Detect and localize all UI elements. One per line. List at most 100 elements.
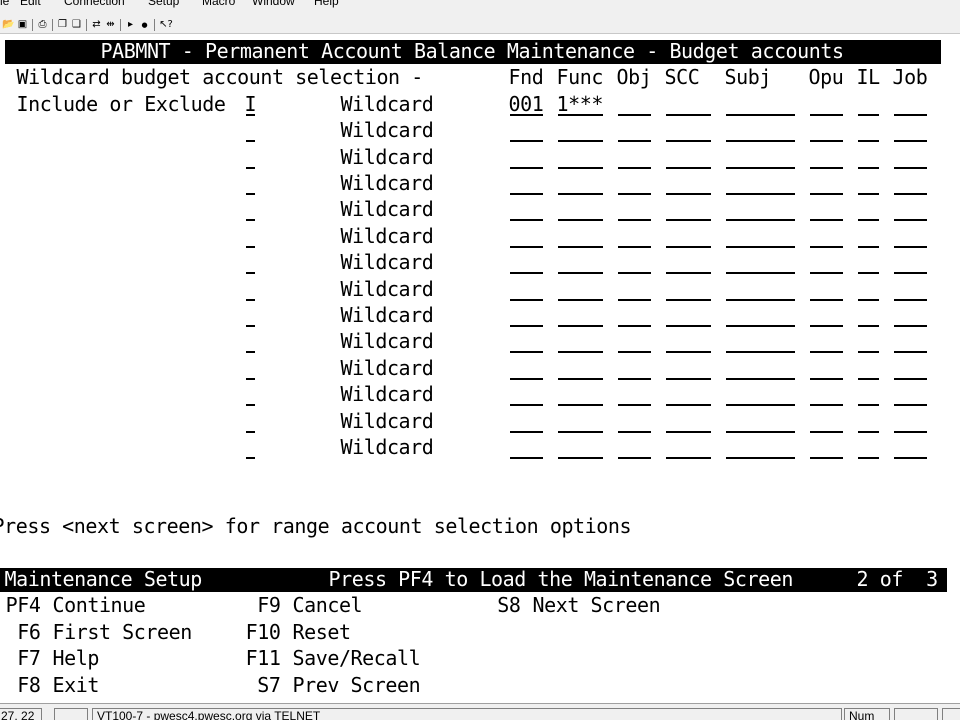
il-field-underline [857,193,879,195]
opu-field-underline [809,325,843,327]
scc-field-underline [665,113,711,116]
scc-field-underline [665,457,711,459]
scc-field-underline [665,298,711,301]
wildcard-label: Wildcard [340,91,434,116]
scc-field-underline [665,272,711,275]
function-key-label: Cancel [292,593,363,618]
obj-field-underline [617,298,651,301]
include-exclude-field-underline [245,219,255,222]
wildcard-label: Wildcard [340,276,434,301]
subj-field-underline [725,113,795,116]
disconnect-icon[interactable]: ⇹ [104,18,117,31]
save-icon[interactable]: ▣ [16,18,29,31]
paste-icon[interactable]: ❑ [70,18,83,31]
wildcard-label: Wildcard [340,118,434,143]
function-key-label: Prev Screen [292,672,421,697]
record-icon[interactable]: ● [138,18,151,31]
menu-edit[interactable]: Edit [20,0,41,8]
wildcard-label: Wildcard [340,329,434,354]
open-folder-icon[interactable]: 📂 [2,18,15,31]
wildcard-label: Wildcard [340,303,434,327]
il-field-underline [857,272,879,275]
opu-field-underline [809,430,843,433]
subj-field-underline [725,193,795,195]
function-key-pf4[interactable]: PF4 [5,592,41,618]
function-key-f8[interactable]: F8 [5,672,41,698]
fnd-field-underline [509,272,543,275]
terminal-screen[interactable]: PABMNT - Permanent Account Balance Maint… [0,35,960,703]
scc-field-underline [665,404,711,407]
page-title: PABMNT - Permanent Account Balance Maint… [100,39,845,63]
session-info: VT100-7 - pwesc4.pwesc.org via TELNET [92,708,842,720]
footer-screen-name: Maintenance Setup [4,567,203,591]
fnd-field-underline [509,298,543,301]
copy-icon[interactable]: ❐ [56,18,69,31]
menu-file[interactable]: File [0,0,9,8]
include-exclude-label: Include or Exclude [16,91,226,116]
play-icon[interactable]: ▸ [124,18,137,31]
include-exclude-field-underline [245,272,255,275]
include-exclude-field-underline [245,351,255,354]
scc-field-underline [665,351,711,354]
obj-field-underline [617,430,651,433]
context-help-icon[interactable]: ↖? [158,18,174,31]
function-key-f9[interactable]: F9 [245,592,281,618]
toolbar-separator [52,18,53,31]
function-key-label: Continue [52,593,146,618]
menu-connection[interactable]: Connection [64,0,125,8]
opu-field-underline [809,219,843,222]
job-field-underline [893,193,927,195]
il-field-underline [857,113,879,116]
job-field-underline [893,113,927,116]
opu-field-underline [809,140,843,143]
il-field-underline [857,140,879,143]
function-key-s7[interactable]: S7 [245,672,281,698]
include-exclude-field-underline [245,404,255,407]
fnd-field-underline [509,377,543,380]
include-exclude-field-underline [245,166,255,169]
func-field-underline [557,325,603,327]
subj-field-underline [725,272,795,275]
include-exclude-field-underline [245,377,255,380]
function-key-f10[interactable]: F10 [245,619,281,645]
status-bar: 27, 22 VT100-7 - pwesc4.pwesc.org via TE… [0,703,960,720]
menu-setup[interactable]: Setup [148,0,179,8]
function-key-f6[interactable]: F6 [5,619,41,645]
fnd-field-underline [509,166,543,169]
function-key-label: Exit [52,672,100,697]
il-field-underline [857,245,879,248]
scc-field-underline [665,140,711,143]
func-field-underline [557,298,603,301]
connect-icon[interactable]: ⇄ [90,18,103,31]
fnd-field-underline [509,140,543,143]
function-key-f7[interactable]: F7 [5,645,41,671]
toolbar-separator [86,18,87,31]
il-field-underline [857,351,879,354]
function-key-s8[interactable]: S8 [485,592,521,618]
wildcard-label: Wildcard [340,197,434,222]
menu-help[interactable]: Help [314,0,339,8]
function-key-label: First Screen [52,619,193,644]
obj-field-underline [617,245,651,248]
toolbar-separator [32,18,33,31]
menu-window[interactable]: Window [252,0,295,8]
menu-macro[interactable]: Macro [202,0,235,8]
include-exclude-field-underline [245,245,255,248]
obj-field-underline [617,166,651,169]
il-field-underline [857,430,879,433]
subj-field-underline [725,298,795,301]
job-field-underline [893,430,927,433]
subj-field-underline [725,377,795,380]
function-key-label: Save/Recall [292,646,421,671]
obj-field-underline [617,377,651,380]
footer-instruction: Press PF4 to Load the Maintenance Screen [328,567,794,591]
print-icon[interactable]: ⎙ [36,18,49,31]
obj-field-underline [617,140,651,143]
obj-field-underline [617,351,651,354]
job-field-underline [893,245,927,248]
selection-label: Wildcard budget account selection - [16,65,424,90]
function-key-f11[interactable]: F11 [245,645,281,671]
func-field-underline [557,166,603,169]
toolbar-separator [154,18,155,31]
menu-bar: File Edit Connection Setup Macro Window Help [0,0,960,16]
